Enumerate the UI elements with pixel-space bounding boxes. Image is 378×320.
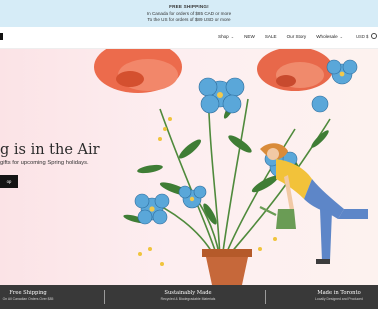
hero-title: g is in the Air [0,142,100,158]
poppy-flower-right [257,49,333,91]
features-bar: Free Shipping On All Canadian Orders Ove… [0,285,378,309]
nav-item-shop-label: Shop [218,34,229,39]
gardener-figure [260,143,368,264]
spring-illustration [94,49,368,285]
chevron-down-icon: ⌄ [339,34,344,39]
watering-can [259,206,296,229]
feature-title: Made in Toronto [317,290,361,296]
logo[interactable] [0,33,3,40]
hero-banner: g is in the Air gifts for upcoming Sprin… [0,49,378,285]
nav-item-shop[interactable]: Shop ⌄ [218,34,234,39]
feature-made-in-toronto: Made in Toronto Locally Designed and Pro… [300,290,378,302]
feature-free-shipping: Free Shipping On All Canadian Orders Ove… [0,290,56,302]
promo-bar: FREE SHIPPING! In Canada for orders of $… [0,0,378,27]
shop-button[interactable]: op [0,175,18,188]
currency-selector[interactable]: USD $ [356,34,368,39]
search-icon[interactable] [371,33,377,39]
feature-title: Sustainably Made [164,290,212,296]
feature-subtitle: Locally Designed and Produced [315,297,363,301]
feature-sustainably-made: Sustainably Made Recycled & Biodegradabl… [140,290,236,302]
flower-pot [202,249,252,285]
poppy-flower-left [94,49,182,93]
feature-divider [265,290,266,304]
nav-item-new[interactable]: NEW [244,34,255,39]
nav-item-wholesale[interactable]: Wholesale ⌄ [316,34,343,39]
feature-title: Free Shipping [9,290,47,296]
nav-item-wholesale-label: Wholesale [316,34,338,39]
currency-label: USD $ [356,34,369,39]
page-bottom [0,309,378,320]
promo-line-us: To the US for orders of $89 USD or more [147,17,231,22]
nav-item-our-story[interactable]: Our Story [287,34,307,39]
feature-subtitle: Recycled & Biodegradable Materials [160,297,216,301]
nav-item-sale[interactable]: SALE [265,34,277,39]
chevron-down-icon: ⌄ [230,34,235,39]
feature-divider [104,290,105,304]
feature-subtitle: On All Canadian Orders Over $85 [2,297,54,301]
hero-subtitle: gifts for upcoming Spring holidays. [0,160,89,166]
nav-menu: Shop ⌄ NEW SALE Our Story Wholesale ⌄ [218,34,343,39]
main-nav: Shop ⌄ NEW SALE Our Story Wholesale ⌄ USD … [0,27,378,49]
